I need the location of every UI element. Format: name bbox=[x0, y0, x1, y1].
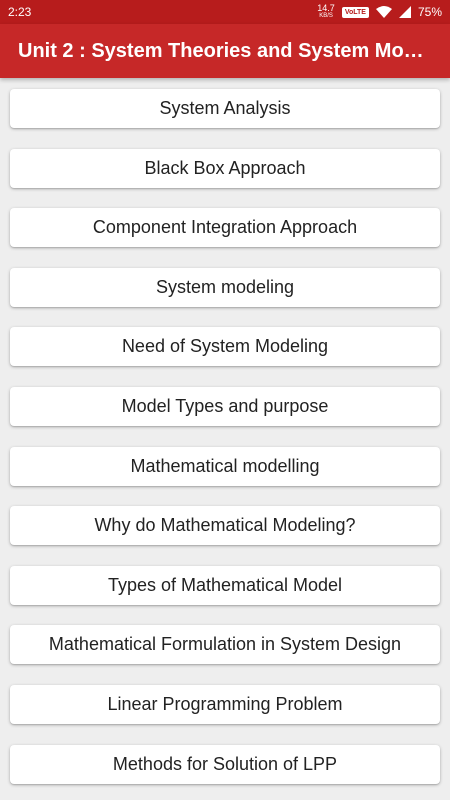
list-item-linear-programming-problem[interactable]: Linear Programming Problem bbox=[10, 684, 440, 724]
status-icons: 14.7 KB/S VoLTE 75% bbox=[317, 4, 442, 20]
app-bar: Unit 2 : System Theories and System Mode… bbox=[0, 24, 450, 78]
signal-icon bbox=[398, 6, 411, 18]
list-item-label: Mathematical Formulation in System Desig… bbox=[48, 634, 402, 655]
list-item-label: Black Box Approach bbox=[144, 157, 306, 178]
list-item-black-box-approach[interactable]: Black Box Approach bbox=[10, 148, 440, 188]
list-item-mathematical-modelling[interactable]: Mathematical modelling bbox=[10, 446, 440, 486]
list-item-label: System modeling bbox=[155, 276, 295, 297]
list-item-model-types-and-purpose[interactable]: Model Types and purpose bbox=[10, 386, 440, 426]
list-item-label: Component Integration Approach bbox=[92, 217, 358, 238]
list-item-system-analysis[interactable]: System Analysis bbox=[10, 89, 440, 128]
topic-list: System Analysis Black Box Approach Compo… bbox=[0, 78, 450, 784]
list-item-label: Mathematical modelling bbox=[130, 455, 320, 476]
battery-percent: 75% bbox=[417, 5, 442, 19]
list-item-label: Linear Programming Problem bbox=[107, 693, 343, 714]
status-time: 2:23 bbox=[8, 5, 32, 19]
network-speed-value: 14.7 bbox=[317, 3, 335, 13]
list-item-label: Methods for Solution of LPP bbox=[112, 753, 338, 774]
list-item-component-integration-approach[interactable]: Component Integration Approach bbox=[10, 208, 440, 248]
list-item-mathematical-formulation[interactable]: Mathematical Formulation in System Desig… bbox=[10, 625, 440, 665]
list-item-label: Types of Mathematical Model bbox=[107, 574, 343, 595]
network-speed: 14.7 KB/S bbox=[317, 4, 335, 20]
status-bar: 2:23 14.7 KB/S VoLTE 75% bbox=[0, 0, 450, 24]
network-speed-unit: KB/S bbox=[319, 13, 333, 19]
list-item-methods-for-solution-of-lpp[interactable]: Methods for Solution of LPP bbox=[10, 744, 440, 784]
page-title: Unit 2 : System Theories and System Mode… bbox=[18, 39, 434, 62]
list-item-types-of-mathematical-model[interactable]: Types of Mathematical Model bbox=[10, 565, 440, 605]
volte-badge: VoLTE bbox=[341, 6, 369, 18]
wifi-icon bbox=[375, 6, 392, 18]
list-item-label: System Analysis bbox=[159, 98, 291, 118]
list-item-label: Need of System Modeling bbox=[121, 336, 329, 357]
list-item-need-of-system-modeling[interactable]: Need of System Modeling bbox=[10, 327, 440, 367]
list-item-why-do-mathematical-modeling[interactable]: Why do Mathematical Modeling? bbox=[10, 506, 440, 546]
list-item-label: Model Types and purpose bbox=[121, 395, 329, 416]
list-item-label: Why do Mathematical Modeling? bbox=[94, 515, 356, 536]
list-item-system-modeling[interactable]: System modeling bbox=[10, 267, 440, 307]
